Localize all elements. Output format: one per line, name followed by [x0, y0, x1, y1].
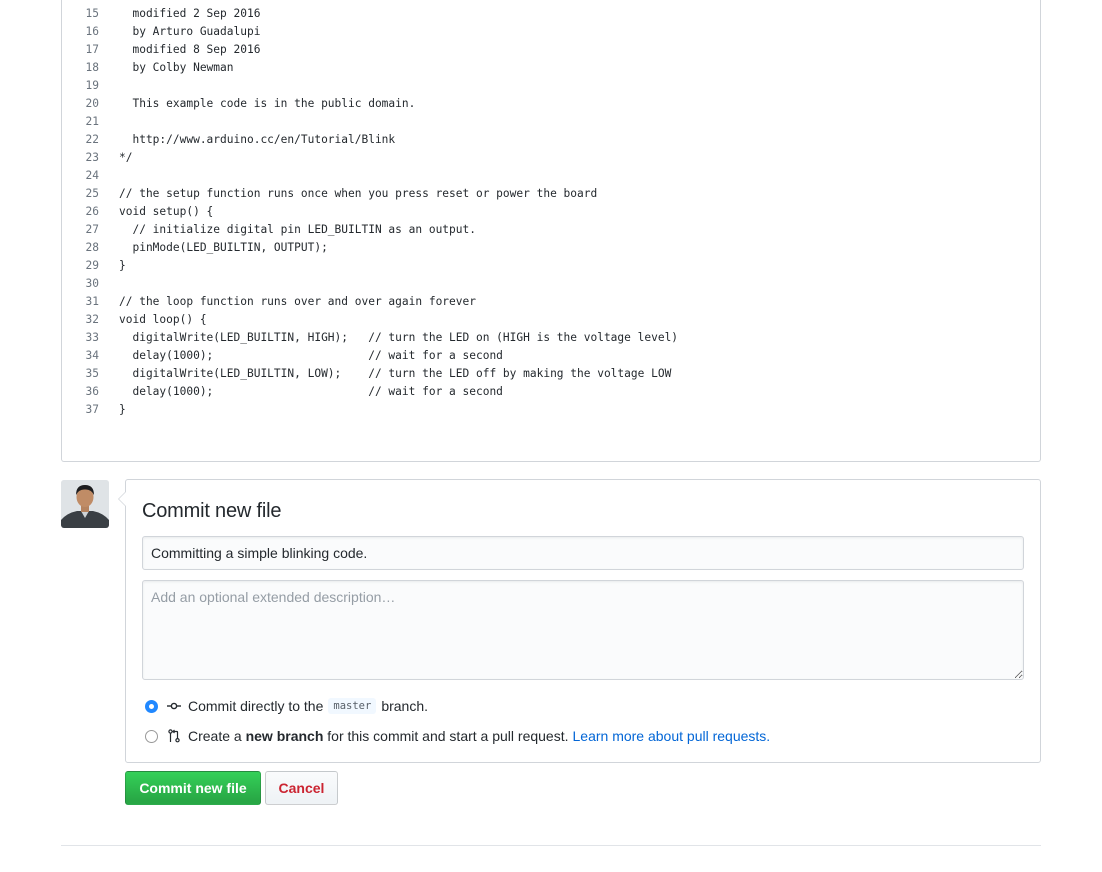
commit-description-input[interactable] [142, 580, 1024, 680]
line-content: modified 2 Sep 2016 [119, 7, 261, 20]
line-content: http://www.arduino.cc/en/Tutorial/Blink [119, 133, 396, 146]
git-commit-icon [166, 698, 182, 714]
line-number[interactable]: 18 [62, 59, 99, 77]
line-number[interactable]: 31 [62, 293, 99, 311]
commit-box-pointer-inner [119, 492, 126, 506]
line-number[interactable]: 21 [62, 113, 99, 131]
line-number[interactable]: 27 [62, 221, 99, 239]
line-number[interactable]: 25 [62, 185, 99, 203]
line-content: This example code is in the public domai… [119, 97, 416, 110]
avatar-image [61, 480, 109, 528]
line-content: by Arturo Guadalupi [119, 25, 261, 38]
cancel-button[interactable]: Cancel [265, 771, 338, 805]
line-number[interactable]: 15 [62, 5, 99, 23]
line-content: void setup() { [119, 205, 214, 218]
footer-divider [61, 845, 1041, 846]
git-pull-request-icon [166, 728, 182, 744]
line-content: } [119, 403, 126, 416]
new-branch-prefix: Create a [188, 728, 242, 744]
line-content: } [119, 259, 126, 272]
code-line: 20 This example code is in the public do… [62, 95, 1040, 113]
line-number[interactable]: 30 [62, 275, 99, 293]
commit-new-file-button[interactable]: Commit new file [125, 771, 261, 805]
new-branch-suffix: for this commit and start a pull request… [327, 728, 569, 744]
line-number[interactable]: 32 [62, 311, 99, 329]
line-number[interactable]: 20 [62, 95, 99, 113]
line-content: // initialize digital pin LED_BUILTIN as… [119, 223, 476, 236]
line-content: digitalWrite(LED_BUILTIN, HIGH); // turn… [119, 331, 679, 344]
commit-summary-input[interactable] [142, 536, 1024, 570]
line-number[interactable]: 37 [62, 401, 99, 419]
code-line: 25 // the setup function runs once when y… [62, 185, 1040, 203]
line-content: delay(1000); // wait for a second [119, 349, 503, 362]
line-number[interactable]: 19 [62, 77, 99, 95]
code-line: 30 [62, 275, 1040, 293]
line-content: // the setup function runs once when you… [119, 187, 598, 200]
commit-direct-suffix: branch. [381, 698, 429, 714]
new-branch-option[interactable]: Create a new branch for this commit and … [145, 726, 770, 746]
line-number[interactable]: 29 [62, 257, 99, 275]
code-editor: 15 modified 2 Sep 2016 16 by Arturo Guada… [61, 0, 1041, 462]
commit-title: Commit new file [142, 500, 282, 522]
line-number[interactable]: 16 [62, 23, 99, 41]
line-number[interactable]: 35 [62, 365, 99, 383]
code-line: 31 // the loop function runs over and ove… [62, 293, 1040, 311]
code-line: 29} [62, 257, 1040, 275]
code-line: 32 void loop() { [62, 311, 1040, 329]
commit-direct-radio[interactable] [145, 699, 158, 713]
code-line: 19 [62, 77, 1040, 95]
code-line: 16 by Arturo Guadalupi [62, 23, 1040, 41]
line-content: digitalWrite(LED_BUILTIN, LOW); // turn … [119, 367, 672, 380]
new-branch-bold: new branch [245, 728, 324, 744]
line-content: // the loop function runs over and over … [119, 295, 476, 308]
line-content: void loop() { [119, 313, 207, 326]
line-content: by Colby Newman [119, 61, 234, 74]
line-number[interactable]: 24 [62, 167, 99, 185]
line-content: modified 8 Sep 2016 [119, 43, 261, 56]
branch-name: master [328, 698, 377, 714]
line-content: pinMode(LED_BUILTIN, OUTPUT); [119, 241, 328, 254]
line-number[interactable]: 33 [62, 329, 99, 347]
line-number[interactable]: 34 [62, 347, 99, 365]
code-line: 26 void setup() { [62, 203, 1040, 221]
code-line: 28 pinMode(LED_BUILTIN, OUTPUT); [62, 239, 1040, 257]
line-number[interactable]: 23 [62, 149, 99, 167]
code-line: 17 modified 8 Sep 2016 [62, 41, 1040, 59]
line-content: delay(1000); // wait for a second [119, 385, 503, 398]
avatar[interactable] [61, 480, 109, 528]
code-line: 23 */ [62, 149, 1040, 167]
commit-direct-prefix: Commit directly to the [188, 698, 324, 714]
code-line: 27 // initialize digital pin LED_BUILTIN… [62, 221, 1040, 239]
line-number[interactable]: 28 [62, 239, 99, 257]
code-line: 36 delay(1000); // wait for a second [62, 383, 1040, 401]
line-content: */ [119, 151, 133, 164]
code-line: 21 [62, 113, 1040, 131]
line-number[interactable]: 22 [62, 131, 99, 149]
line-number[interactable]: 26 [62, 203, 99, 221]
line-number[interactable]: 17 [62, 41, 99, 59]
code-line: 15 modified 2 Sep 2016 [62, 5, 1040, 23]
code-line: 35 digitalWrite(LED_BUILTIN, LOW); // tu… [62, 365, 1040, 383]
commit-form: Commit new file Commit directly to the m… [118, 479, 1041, 763]
new-branch-radio[interactable] [145, 729, 158, 743]
code-line: 33 digitalWrite(LED_BUILTIN, HIGH); // t… [62, 329, 1040, 347]
code-lines: 15 modified 2 Sep 2016 16 by Arturo Guada… [62, 5, 1040, 419]
commit-direct-option[interactable]: Commit directly to the master branch. [145, 696, 428, 716]
code-line: 34 delay(1000); // wait for a second [62, 347, 1040, 365]
line-number[interactable]: 36 [62, 383, 99, 401]
code-line: 37} [62, 401, 1040, 419]
code-line: 22 http://www.arduino.cc/en/Tutorial/Bli… [62, 131, 1040, 149]
code-line: 18 by Colby Newman [62, 59, 1040, 77]
learn-more-pull-requests-link[interactable]: Learn more about pull requests. [573, 728, 771, 744]
code-line: 24 [62, 167, 1040, 185]
